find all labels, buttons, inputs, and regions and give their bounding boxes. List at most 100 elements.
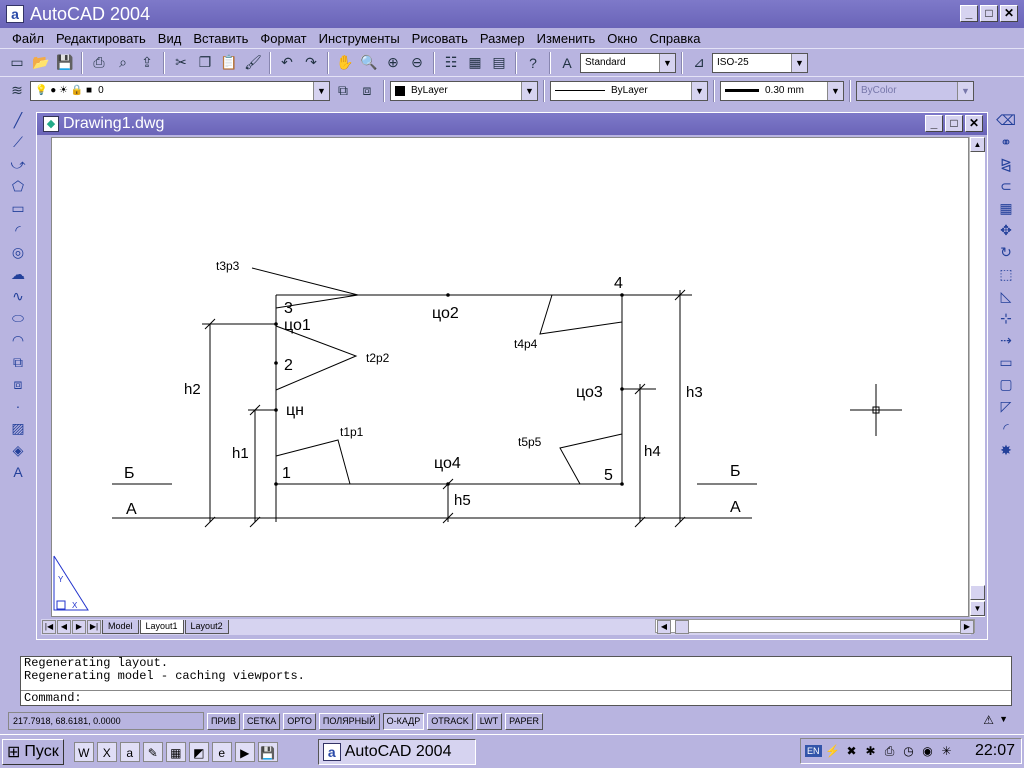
tab-model[interactable]: Model	[102, 620, 139, 634]
hatch-icon[interactable]: ▨	[8, 418, 28, 438]
command-input[interactable]: Command:	[21, 690, 1011, 705]
spline-icon[interactable]: ∿	[8, 286, 28, 306]
zoom-previous-icon[interactable]: ⊖	[406, 52, 428, 74]
menu-window[interactable]: Окно	[601, 31, 643, 46]
menu-modify[interactable]: Изменить	[531, 31, 602, 46]
menu-format[interactable]: Формат	[254, 31, 312, 46]
undo-icon[interactable]: ↶	[276, 52, 298, 74]
tray-app-icon[interactable]: ✖	[844, 743, 860, 759]
pan-icon[interactable]: ✋	[334, 52, 356, 74]
new-icon[interactable]: ▭	[6, 52, 28, 74]
calculator-icon[interactable]: ▦	[165, 741, 186, 762]
paste-icon[interactable]: 📋	[218, 52, 240, 74]
menu-file[interactable]: Файл	[6, 31, 50, 46]
arc-icon[interactable]: ◜	[8, 220, 28, 240]
construction-line-icon[interactable]: ⟋	[8, 132, 28, 152]
taskbar-autocad-button[interactable]: a AutoCAD 2004	[317, 738, 476, 765]
coordinates-readout[interactable]: 217.7918, 68.6181, 0.0000	[8, 712, 204, 730]
designcenter-icon[interactable]: ▦	[464, 52, 486, 74]
close-button[interactable]: ✕	[1000, 5, 1018, 22]
menu-insert[interactable]: Вставить	[187, 31, 254, 46]
first-tab-button[interactable]: |◀	[42, 620, 56, 634]
lineweight-select[interactable]: 0.30 mm ▼	[720, 80, 844, 101]
clock[interactable]: 22:07	[975, 742, 1015, 760]
chamfer-icon[interactable]: ◸	[996, 396, 1016, 416]
next-tab-button[interactable]: ▶	[72, 620, 86, 634]
horizontal-scrollbar[interactable]: ◀ ▶	[655, 619, 975, 634]
layer-manager-icon[interactable]: ≋	[6, 80, 28, 102]
layer-previous-icon[interactable]: ⧈	[356, 80, 378, 102]
osnap-toggle[interactable]: О-КАДР	[382, 712, 425, 730]
paper-model-toggle[interactable]: PAPER	[505, 712, 543, 730]
polar-toggle[interactable]: ПОЛЯРНЫЙ	[318, 712, 380, 730]
preview-icon[interactable]: ⌕	[112, 52, 134, 74]
polyline-icon[interactable]: ⤻	[8, 154, 28, 174]
autocad-icon[interactable]: a	[119, 741, 140, 762]
menu-tools[interactable]: Инструменты	[313, 31, 406, 46]
scroll-left-button[interactable]: ◀	[657, 620, 671, 634]
language-indicator[interactable]: EN	[805, 745, 822, 757]
dim-style-select[interactable]: ISO-25 ▼	[712, 52, 808, 73]
array-icon[interactable]: ▦	[996, 198, 1016, 218]
comm-center-icon[interactable]: ⚠	[983, 713, 994, 727]
scroll-up-button[interactable]: ▲	[970, 137, 985, 152]
scale-icon[interactable]: ⬚	[996, 264, 1016, 284]
circle-icon[interactable]: ◎	[8, 242, 28, 262]
open-icon[interactable]: 📂	[30, 52, 52, 74]
color-select[interactable]: ByLayer ▼	[390, 80, 538, 101]
excel-icon[interactable]: X	[96, 741, 117, 762]
bug-icon[interactable]: ✱	[863, 743, 879, 759]
redo-icon[interactable]: ↷	[300, 52, 322, 74]
internet-explorer-icon[interactable]: e	[211, 741, 232, 762]
printer-icon[interactable]: ⎙	[882, 743, 898, 759]
grid-toggle[interactable]: СЕТКА	[242, 712, 281, 730]
menu-edit[interactable]: Редактировать	[50, 31, 152, 46]
copy-icon[interactable]: ❐	[194, 52, 216, 74]
minimize-button[interactable]: _	[960, 5, 978, 22]
save-icon[interactable]: 💾	[54, 52, 76, 74]
disk-icon[interactable]: ◉	[920, 743, 936, 759]
line-icon[interactable]: ╱	[8, 110, 28, 130]
menu-dimension[interactable]: Размер	[474, 31, 531, 46]
cut-icon[interactable]: ✂	[170, 52, 192, 74]
network-icon[interactable]: ⚡	[825, 743, 841, 759]
extend-icon[interactable]: ⇢	[996, 330, 1016, 350]
mirror-icon[interactable]: ⧎	[996, 154, 1016, 174]
explorer-icon[interactable]: ◩	[188, 741, 209, 762]
ortho-toggle[interactable]: ОРТО	[283, 712, 316, 730]
chevron-down-icon[interactable]: ▼	[521, 81, 537, 100]
clock-icon[interactable]: ◷	[901, 743, 917, 759]
snap-toggle[interactable]: ПРИВ	[207, 712, 240, 730]
drawing-minimize-button[interactable]: _	[925, 115, 943, 132]
lwt-toggle[interactable]: LWT	[475, 712, 503, 730]
scroll-down-button[interactable]: ▼	[970, 601, 985, 616]
ellipse-icon[interactable]: ⬭	[8, 308, 28, 328]
stretch-icon[interactable]: ◺	[996, 286, 1016, 306]
otrack-toggle[interactable]: OTRACK	[427, 712, 473, 730]
scroll-right-button[interactable]: ▶	[960, 620, 974, 634]
hscroll-thumb[interactable]	[675, 620, 689, 634]
chevron-down-icon[interactable]: ▼	[691, 81, 707, 100]
text-style-select[interactable]: Standard ▼	[580, 52, 676, 73]
tab-layout1[interactable]: Layout1	[139, 620, 184, 634]
chevron-down-icon[interactable]: ▼	[313, 81, 329, 100]
offset-icon[interactable]: ⊂	[996, 176, 1016, 196]
explode-icon[interactable]: ✸	[996, 440, 1016, 460]
move-icon[interactable]: ✥	[996, 220, 1016, 240]
ellipse-arc-icon[interactable]: ◠	[8, 330, 28, 350]
erase-icon[interactable]: ⌫	[996, 110, 1016, 130]
floppy-icon[interactable]: 💾	[257, 741, 278, 762]
polygon-icon[interactable]: ⬠	[8, 176, 28, 196]
start-button[interactable]: ⊞ Пуск	[2, 738, 64, 765]
scroll-thumb[interactable]	[970, 585, 985, 600]
prev-tab-button[interactable]: ◀	[57, 620, 71, 634]
toolpalettes-icon[interactable]: ▤	[488, 52, 510, 74]
menu-help[interactable]: Справка	[643, 31, 706, 46]
spider-icon[interactable]: ✳	[939, 743, 955, 759]
media-player-icon[interactable]: ▶	[234, 741, 255, 762]
word-icon[interactable]: W	[73, 741, 94, 762]
maximize-button[interactable]: □	[980, 5, 998, 22]
make-block-icon[interactable]: ⧈	[8, 374, 28, 394]
revision-cloud-icon[interactable]: ☁	[8, 264, 28, 284]
zoom-realtime-icon[interactable]: 🔍	[358, 52, 380, 74]
